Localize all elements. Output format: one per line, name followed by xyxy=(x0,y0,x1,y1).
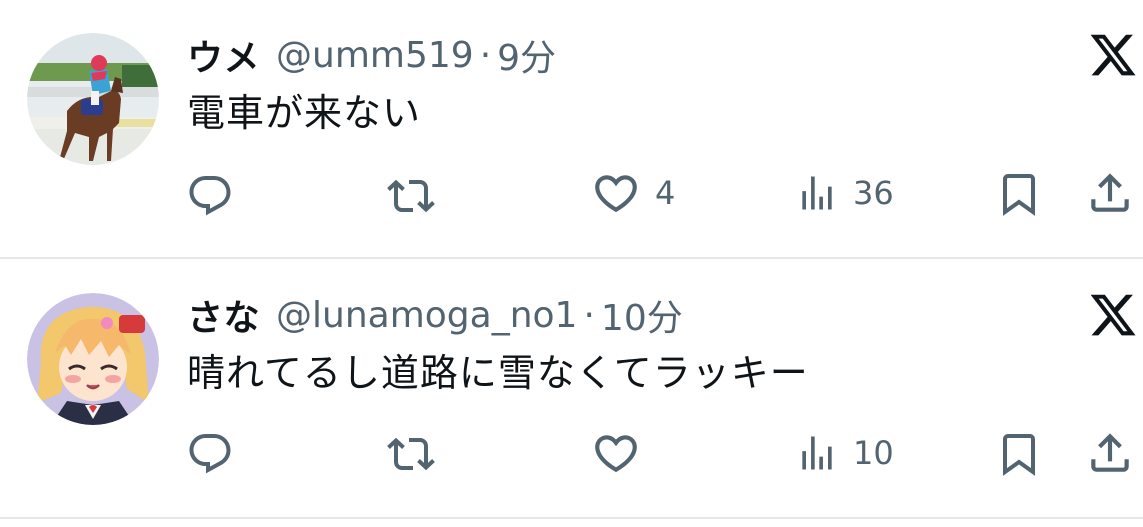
tweet[interactable]: ウメ @umm519 · 9分 電車が来ない 4 36 xyxy=(0,0,1143,258)
tweet[interactable]: さな @lunamoga_no1 · 10分 晴れてるし道路に雪なくてラッキー … xyxy=(0,260,1143,520)
like-button[interactable]: 4 xyxy=(591,168,675,218)
like-icon xyxy=(595,175,637,213)
tweet-divider xyxy=(0,257,1143,259)
views-button[interactable]: 36 xyxy=(795,170,894,216)
view-count: 36 xyxy=(853,174,894,212)
tweet-divider xyxy=(0,517,1143,519)
share-icon xyxy=(1091,433,1129,472)
tweet-header: さな @lunamoga_no1 · 10分 xyxy=(187,288,683,342)
timestamp[interactable]: 10分 xyxy=(601,289,683,341)
views-button[interactable]: 10 xyxy=(795,430,894,476)
like-count: 4 xyxy=(655,174,676,212)
reply-icon xyxy=(189,176,231,216)
bookmark-button[interactable] xyxy=(995,170,1043,218)
tweet-text: 晴れてるし道路に雪なくてラッキー xyxy=(187,351,809,395)
retweet-icon xyxy=(387,437,435,471)
like-icon xyxy=(595,435,637,473)
display-name[interactable]: ウメ xyxy=(187,29,260,81)
x-logo-icon xyxy=(1090,34,1136,76)
bookmark-icon xyxy=(1003,434,1035,476)
retweet-button[interactable] xyxy=(386,430,436,478)
tweet-header: ウメ @umm519 · 9分 xyxy=(187,28,556,82)
timeline-feed: ウメ @umm519 · 9分 電車が来ない 4 36 さな @lunamoga… xyxy=(0,0,1143,527)
reply-icon xyxy=(189,434,231,474)
share-icon xyxy=(1091,173,1129,212)
view-count: 10 xyxy=(853,434,894,472)
separator-dot: · xyxy=(479,34,492,76)
share-button[interactable] xyxy=(1085,168,1135,218)
avatar[interactable] xyxy=(27,33,159,165)
timestamp[interactable]: 9分 xyxy=(497,29,556,81)
reply-button[interactable] xyxy=(186,430,234,478)
views-icon xyxy=(802,176,832,210)
reply-button[interactable] xyxy=(186,172,234,220)
bookmark-button[interactable] xyxy=(995,430,1043,478)
share-button[interactable] xyxy=(1085,428,1135,478)
like-button[interactable] xyxy=(591,428,641,478)
retweet-icon xyxy=(387,179,435,213)
avatar[interactable] xyxy=(27,293,159,425)
tweet-text: 電車が来ない xyxy=(187,91,422,135)
views-icon xyxy=(802,436,832,470)
retweet-button[interactable] xyxy=(386,172,436,220)
separator-dot: · xyxy=(583,294,595,336)
display-name[interactable]: さな xyxy=(187,289,260,341)
bookmark-icon xyxy=(1003,174,1035,216)
user-handle[interactable]: @umm519 xyxy=(276,35,474,76)
user-handle[interactable]: @lunamoga_no1 xyxy=(276,295,577,336)
x-logo-icon xyxy=(1090,294,1136,336)
